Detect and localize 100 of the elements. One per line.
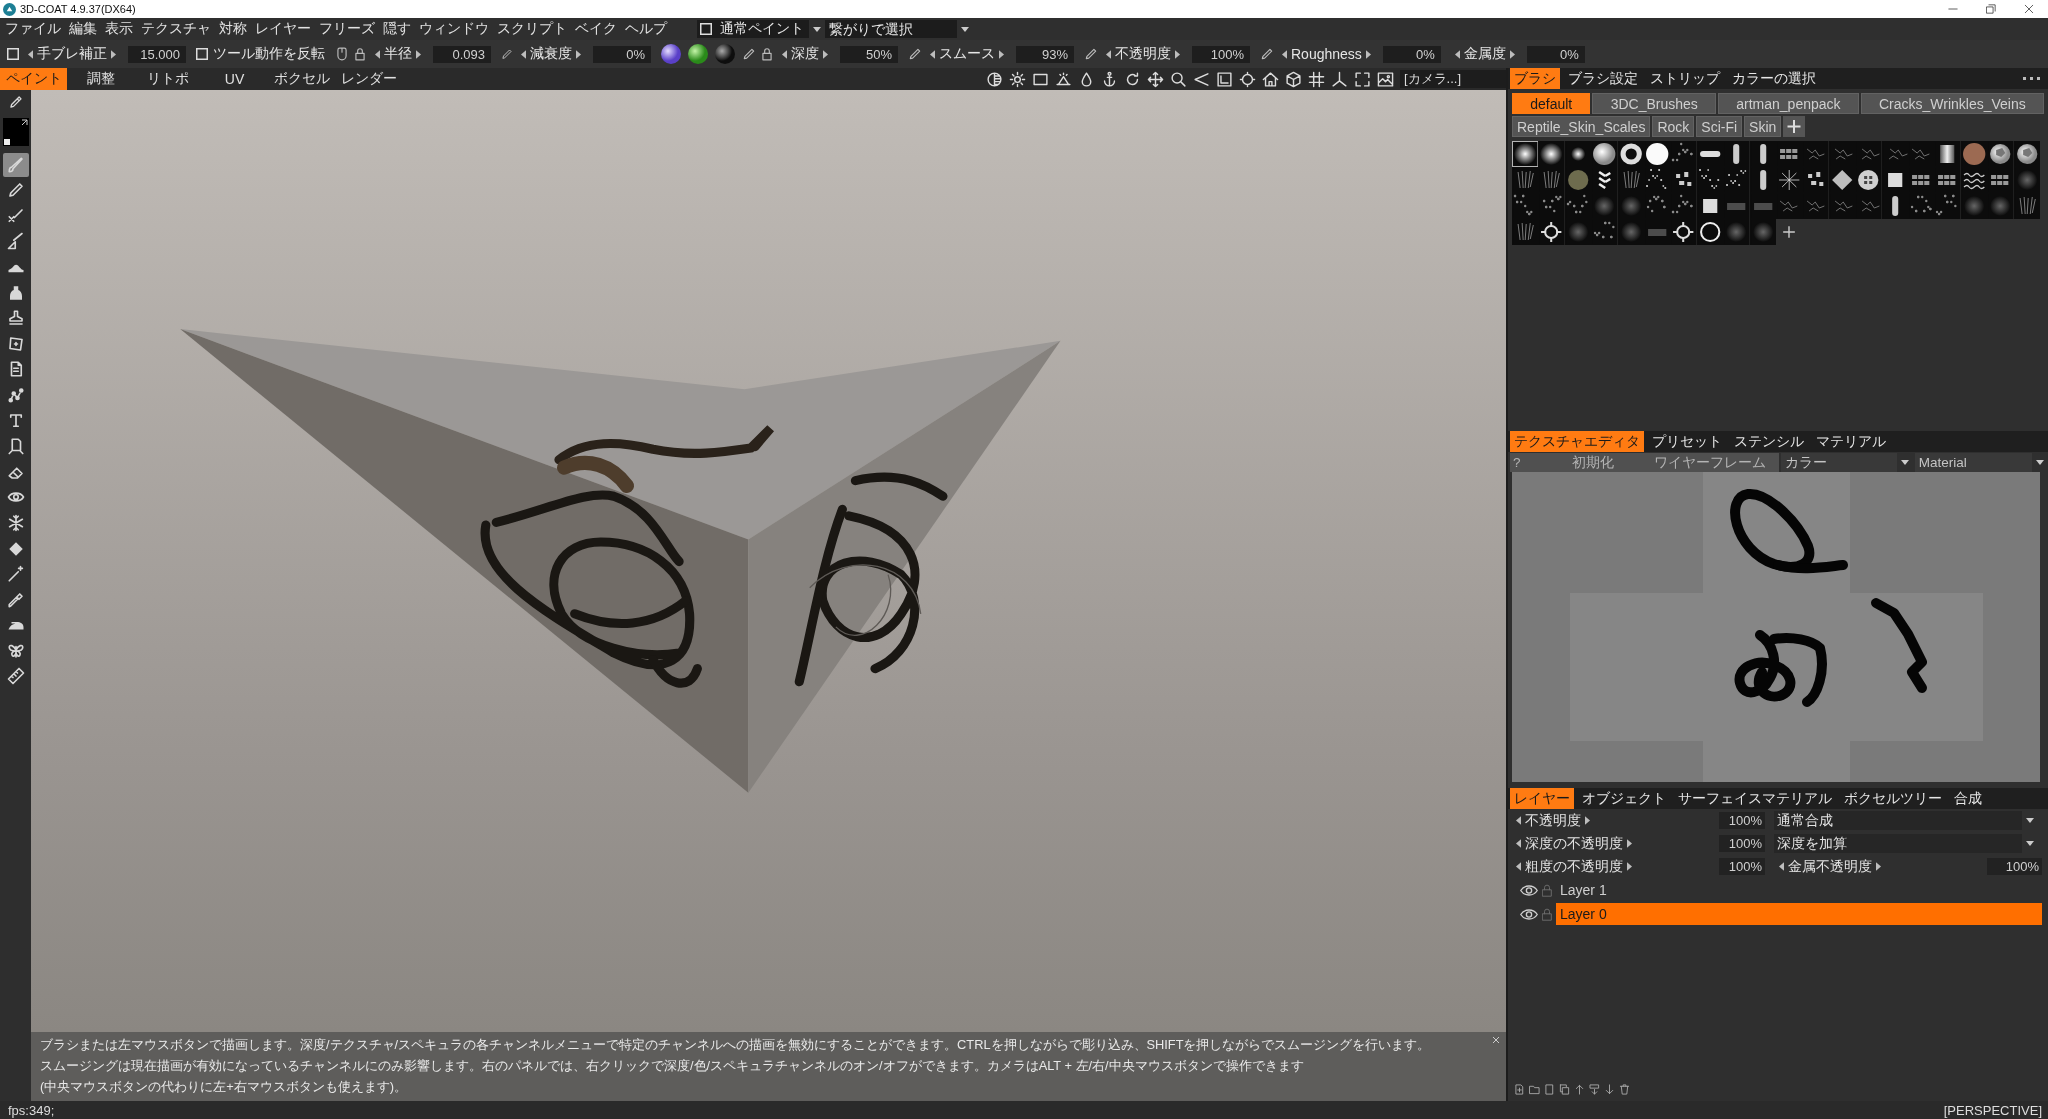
home-icon[interactable] bbox=[1262, 70, 1279, 88]
right-triangle-icon[interactable] bbox=[1627, 839, 1632, 848]
brush-pack-tab[interactable]: artman_penpack bbox=[1718, 93, 1859, 114]
anchor-icon[interactable] bbox=[1101, 70, 1118, 88]
brush-icon[interactable] bbox=[2, 152, 29, 177]
brush-tip-icon[interactable] bbox=[1564, 141, 1592, 167]
mode-tab[interactable]: レンダー bbox=[335, 68, 402, 90]
left-triangle-icon[interactable] bbox=[28, 49, 33, 59]
value-field[interactable]: 0% bbox=[1526, 45, 1585, 63]
up-arrow-icon[interactable] bbox=[1574, 1084, 1585, 1095]
menu-item[interactable]: ヘルプ bbox=[621, 20, 671, 38]
layer-name[interactable]: Layer 0 bbox=[1556, 903, 2042, 925]
right-triangle-icon[interactable] bbox=[416, 49, 421, 59]
left-triangle-icon[interactable] bbox=[1282, 49, 1287, 59]
camera-field[interactable]: [カメラ...] bbox=[1400, 70, 1506, 88]
page-plus-icon[interactable] bbox=[1514, 1084, 1525, 1095]
contrast-icon[interactable] bbox=[986, 70, 1003, 88]
brush-tip-icon[interactable] bbox=[2013, 141, 2040, 167]
brush-pack-tab[interactable]: Cracks_Wrinkles_Veins bbox=[1860, 93, 2044, 114]
pencil-icon[interactable] bbox=[1084, 47, 1098, 61]
menu-item[interactable]: スクリプト bbox=[493, 20, 571, 38]
sphere-icon[interactable] bbox=[661, 44, 681, 64]
left-triangle-icon[interactable] bbox=[930, 49, 935, 59]
rotate-icon[interactable] bbox=[1124, 70, 1141, 88]
left-triangle-icon[interactable] bbox=[1779, 862, 1784, 871]
brush-pack-tab[interactable]: Reptile_Skin_Scales bbox=[1512, 116, 1651, 137]
brush-tip-icon[interactable] bbox=[1512, 141, 1539, 167]
left-triangle-icon[interactable] bbox=[1516, 816, 1521, 825]
trash-icon[interactable] bbox=[1619, 1084, 1630, 1095]
panel-tab[interactable]: カラーの選択 bbox=[1728, 68, 1820, 89]
channel-dropdown[interactable]: カラー bbox=[1781, 453, 1897, 472]
left-triangle-icon[interactable] bbox=[1516, 862, 1521, 871]
left-triangle-icon[interactable] bbox=[1516, 839, 1521, 848]
sphere-icon[interactable] bbox=[715, 44, 735, 64]
menu-item[interactable]: レイヤー bbox=[251, 20, 315, 38]
brush-pack-tab[interactable]: 3DC_Brushes bbox=[1592, 93, 1717, 114]
right-triangle-icon[interactable] bbox=[1627, 862, 1632, 871]
right-triangle-icon[interactable] bbox=[1585, 816, 1590, 825]
menu-item[interactable]: フリーズ bbox=[315, 20, 379, 38]
restore-icon[interactable] bbox=[1986, 4, 1996, 14]
angle-icon[interactable] bbox=[1193, 70, 1210, 88]
right-triangle-icon[interactable] bbox=[1509, 49, 1515, 59]
texture-preview-drawing[interactable] bbox=[1512, 472, 2040, 782]
value-field[interactable]: 100% bbox=[1987, 858, 2042, 875]
caret-icon[interactable] bbox=[1900, 460, 1909, 465]
value-field[interactable]: 50% bbox=[840, 45, 898, 63]
pencil-icon[interactable] bbox=[501, 48, 513, 60]
brush-pack-tab[interactable]: Skin bbox=[1744, 116, 1782, 137]
right-triangle-icon[interactable] bbox=[576, 49, 581, 59]
menu-item[interactable]: ファイル bbox=[1, 20, 65, 38]
brush-pack-tab[interactable]: default bbox=[1512, 93, 1591, 114]
target-icon[interactable] bbox=[1239, 70, 1256, 88]
menu-item[interactable]: テクスチャ bbox=[137, 20, 215, 38]
value-field[interactable]: 0% bbox=[1382, 45, 1441, 63]
move-icon[interactable] bbox=[1147, 70, 1164, 88]
brackets-icon[interactable] bbox=[1354, 70, 1371, 88]
checkbox[interactable] bbox=[700, 23, 712, 35]
value-field[interactable]: 100% bbox=[1719, 858, 1765, 875]
caret-icon[interactable] bbox=[2026, 841, 2034, 846]
mode-tab[interactable]: 調整 bbox=[67, 68, 134, 90]
caret-icon[interactable] bbox=[2036, 460, 2044, 465]
plus-icon[interactable] bbox=[1782, 225, 1796, 239]
menu-item[interactable]: ベイク bbox=[571, 20, 621, 38]
menu-item[interactable]: 隠す bbox=[379, 20, 415, 38]
sphere-icon[interactable] bbox=[688, 44, 708, 64]
value-field[interactable]: 0% bbox=[593, 45, 651, 63]
left-triangle-icon[interactable] bbox=[521, 49, 526, 59]
value-field[interactable]: 100% bbox=[1192, 45, 1250, 63]
copy-icon[interactable] bbox=[1559, 1084, 1570, 1095]
painted-prism-drawing[interactable] bbox=[180, 329, 1061, 793]
toolbar-button[interactable]: 初期化 bbox=[1545, 453, 1641, 472]
menu-item[interactable]: ウィンドウ bbox=[415, 20, 493, 38]
paint-mode-dropdown[interactable]: 通常ペイント bbox=[697, 20, 809, 38]
tent-icon[interactable] bbox=[1055, 70, 1072, 88]
brush-tip-icon[interactable] bbox=[1644, 141, 1671, 167]
grid-icon[interactable] bbox=[1308, 70, 1325, 88]
brush-pack-tab[interactable]: Rock bbox=[1652, 116, 1695, 137]
image-icon[interactable] bbox=[1377, 70, 1394, 88]
pencil-icon[interactable] bbox=[1260, 47, 1274, 61]
right-triangle-icon[interactable] bbox=[1365, 49, 1371, 59]
right-triangle-icon[interactable] bbox=[111, 49, 116, 59]
page-icon[interactable] bbox=[1544, 1084, 1555, 1095]
panel-tab[interactable]: 合成 bbox=[1950, 788, 1986, 809]
menu-item[interactable]: 編集 bbox=[65, 20, 101, 38]
value-field[interactable]: 93% bbox=[1016, 45, 1074, 63]
cube-icon[interactable] bbox=[1285, 70, 1302, 88]
panel-tab[interactable]: レイヤー bbox=[1510, 788, 1574, 809]
plus-icon[interactable] bbox=[1783, 116, 1806, 137]
mode-tab[interactable]: リトポ bbox=[134, 68, 201, 90]
more-icon[interactable] bbox=[2023, 77, 2040, 80]
checkbox[interactable] bbox=[7, 48, 19, 60]
left-triangle-icon[interactable] bbox=[782, 49, 787, 59]
left-triangle-icon[interactable] bbox=[375, 49, 380, 59]
value-field[interactable]: 100% bbox=[1719, 812, 1765, 829]
caret-icon[interactable] bbox=[813, 26, 821, 32]
right-triangle-icon[interactable] bbox=[1876, 862, 1881, 871]
value-field[interactable]: 15.000 bbox=[128, 45, 186, 63]
frame-icon[interactable] bbox=[1216, 70, 1233, 88]
axes-icon[interactable] bbox=[1331, 70, 1348, 88]
panel-tab[interactable]: ブラシ bbox=[1510, 68, 1560, 89]
